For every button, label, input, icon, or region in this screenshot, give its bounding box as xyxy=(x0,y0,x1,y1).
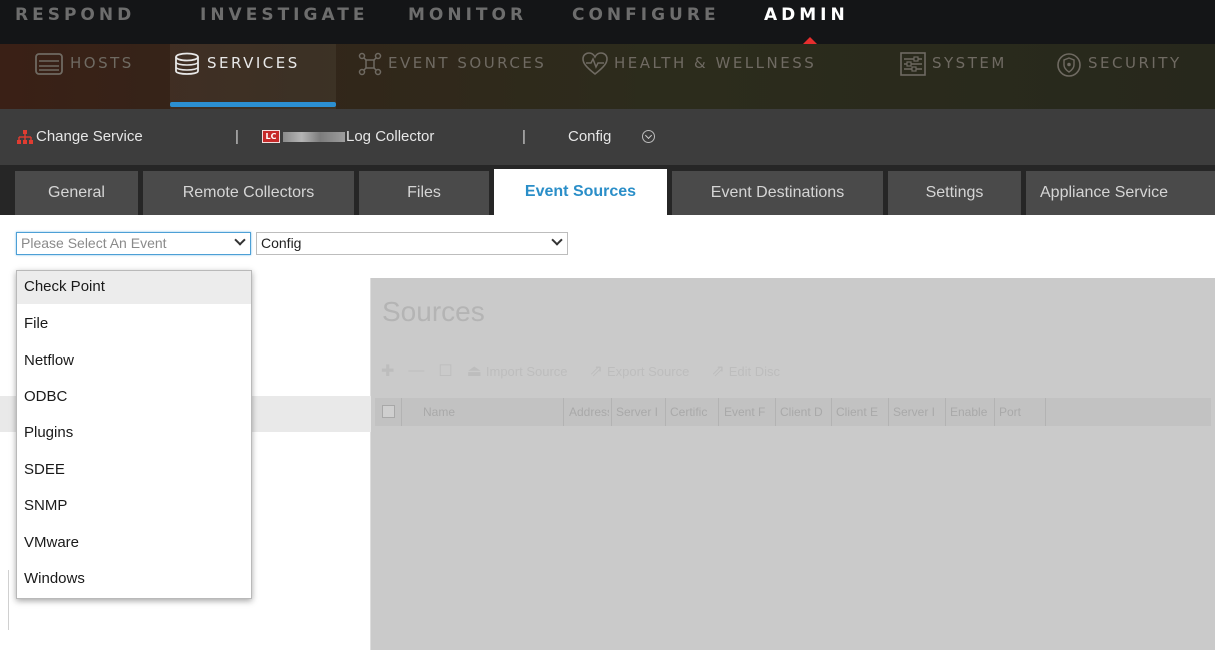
log-collector-badge: LC xyxy=(262,130,280,143)
sources-panel: Sources ✚ — ☐ ⏏ Import Source ⇗ Export S… xyxy=(371,278,1215,650)
shield-icon xyxy=(1057,53,1081,77)
hosts-icon xyxy=(35,53,63,75)
subnav-event-sources[interactable]: EVENT SOURCES xyxy=(358,44,578,109)
tab-settings[interactable]: Settings xyxy=(888,171,1021,215)
active-subnav-underline xyxy=(170,102,336,107)
subnav-system[interactable]: SYSTEM xyxy=(900,44,1040,109)
service-name[interactable]: Log Collector xyxy=(346,128,434,145)
sources-table-header: Name Address Server I Certific Event F C… xyxy=(375,398,1211,426)
event-source-type-placeholder: Please Select An Event xyxy=(21,235,167,251)
subnav-security-label: SECURITY xyxy=(1088,54,1182,72)
chevron-down-icon xyxy=(234,234,246,246)
admin-subnavigation: HOSTS SERVICES EVENT SOURCES HEALTH & WE… xyxy=(0,44,1215,109)
option-plugins[interactable]: Plugins xyxy=(17,417,251,450)
edit-disc-icon[interactable]: ⇗ xyxy=(711,361,724,381)
nav-respond[interactable]: RESPOND xyxy=(15,5,135,25)
option-snmp[interactable]: SNMP xyxy=(17,490,251,523)
config-select[interactable]: Config xyxy=(256,232,568,255)
subnav-health-wellness-label: HEALTH & WELLNESS xyxy=(614,54,817,72)
column-enabled[interactable]: Enable xyxy=(950,405,992,419)
option-netflow[interactable]: Netflow xyxy=(17,345,251,378)
subnav-system-label: SYSTEM xyxy=(932,54,1007,72)
subnav-health-wellness[interactable]: HEALTH & WELLNESS xyxy=(582,44,882,109)
column-address[interactable]: Address xyxy=(569,405,609,419)
tab-appliance-service[interactable]: Appliance Service xyxy=(1026,171,1215,215)
divider xyxy=(945,398,946,426)
chevron-down-icon xyxy=(551,234,563,246)
sources-title: Sources xyxy=(382,296,485,327)
divider xyxy=(888,398,889,426)
option-windows[interactable]: Windows xyxy=(17,563,251,596)
divider xyxy=(1045,398,1046,426)
edit-disc-button[interactable]: Edit Disc xyxy=(729,364,780,379)
redacted-hostname xyxy=(283,132,345,142)
tab-files[interactable]: Files xyxy=(359,171,489,215)
export-source-button[interactable]: Export Source xyxy=(607,364,689,379)
import-icon[interactable]: ⏏ xyxy=(467,361,482,381)
nav-configure[interactable]: CONFIGURE xyxy=(572,5,720,25)
column-client-e[interactable]: Client E xyxy=(836,405,886,419)
column-client-d[interactable]: Client D xyxy=(780,405,830,419)
option-file[interactable]: File xyxy=(17,308,251,341)
column-server-i[interactable]: Server I xyxy=(893,405,943,419)
divider xyxy=(831,398,832,426)
filter-toolbar: Please Select An Event Config xyxy=(0,215,1215,278)
tab-remote-collectors[interactable]: Remote Collectors xyxy=(143,171,354,215)
column-certificate[interactable]: Certific xyxy=(670,405,717,419)
divider xyxy=(994,398,995,426)
subnav-hosts[interactable]: HOSTS xyxy=(16,44,166,109)
column-name[interactable]: Name xyxy=(423,405,563,419)
remove-icon[interactable]: — xyxy=(408,362,424,380)
tab-event-sources[interactable]: Event Sources xyxy=(494,169,667,215)
nav-admin[interactable]: ADMIN xyxy=(764,5,849,25)
chevron-down-icon[interactable] xyxy=(642,130,655,143)
tab-event-destinations[interactable]: Event Destinations xyxy=(672,171,883,215)
add-icon[interactable]: ✚ xyxy=(381,361,394,381)
export-icon[interactable]: ⇗ xyxy=(590,361,603,381)
tab-general[interactable]: General xyxy=(15,171,138,215)
config-select-value: Config xyxy=(261,235,302,251)
separator: | xyxy=(235,128,239,145)
event-source-type-dropdown: Check Point File Netflow ODBC Plugins SD… xyxy=(16,270,252,599)
divider xyxy=(718,398,719,426)
nav-investigate[interactable]: INVESTIGATE xyxy=(200,5,369,25)
database-icon xyxy=(175,52,199,75)
view-selector-label[interactable]: Config xyxy=(568,128,611,145)
divider xyxy=(401,398,402,426)
active-nav-indicator xyxy=(803,37,817,44)
service-bar: Change Service | LC Log Collector | Conf… xyxy=(0,109,1215,165)
subnav-security[interactable]: SECURITY xyxy=(1056,44,1215,109)
top-navigation: RESPOND INVESTIGATE MONITOR CONFIGURE AD… xyxy=(0,0,1215,44)
option-sdee[interactable]: SDEE xyxy=(17,454,251,487)
heart-pulse-icon xyxy=(582,52,608,76)
separator: | xyxy=(522,128,526,145)
divider xyxy=(8,570,9,630)
sliders-icon xyxy=(900,52,926,76)
event-sources-icon xyxy=(358,52,382,76)
import-source-button[interactable]: Import Source xyxy=(486,364,568,379)
org-chart-icon xyxy=(17,130,33,144)
column-server-id[interactable]: Server I xyxy=(616,405,664,419)
subnav-event-sources-label: EVENT SOURCES xyxy=(388,54,547,72)
option-vmware[interactable]: VMware xyxy=(17,527,251,560)
subnav-services-label: SERVICES xyxy=(207,54,300,72)
select-all-checkbox[interactable] xyxy=(382,405,395,418)
column-port[interactable]: Port xyxy=(999,405,1039,419)
option-check-point[interactable]: Check Point xyxy=(17,271,251,304)
divider xyxy=(775,398,776,426)
column-event-filter[interactable]: Event F xyxy=(724,405,772,419)
sources-toolbar: ✚ — ☐ ⏏ Import Source ⇗ Export Source ⇗ … xyxy=(381,360,802,382)
event-source-type-select[interactable]: Please Select An Event xyxy=(16,232,251,255)
divider xyxy=(665,398,666,426)
edit-icon[interactable]: ☐ xyxy=(438,361,452,381)
divider xyxy=(611,398,612,426)
divider xyxy=(563,398,564,426)
tab-bar: General Remote Collectors Files Event So… xyxy=(0,165,1215,215)
option-odbc[interactable]: ODBC xyxy=(17,381,251,414)
subnav-services[interactable]: SERVICES xyxy=(170,44,336,109)
change-service-link[interactable]: Change Service xyxy=(36,128,143,145)
nav-monitor[interactable]: MONITOR xyxy=(408,5,527,25)
subnav-hosts-label: HOSTS xyxy=(70,54,134,72)
